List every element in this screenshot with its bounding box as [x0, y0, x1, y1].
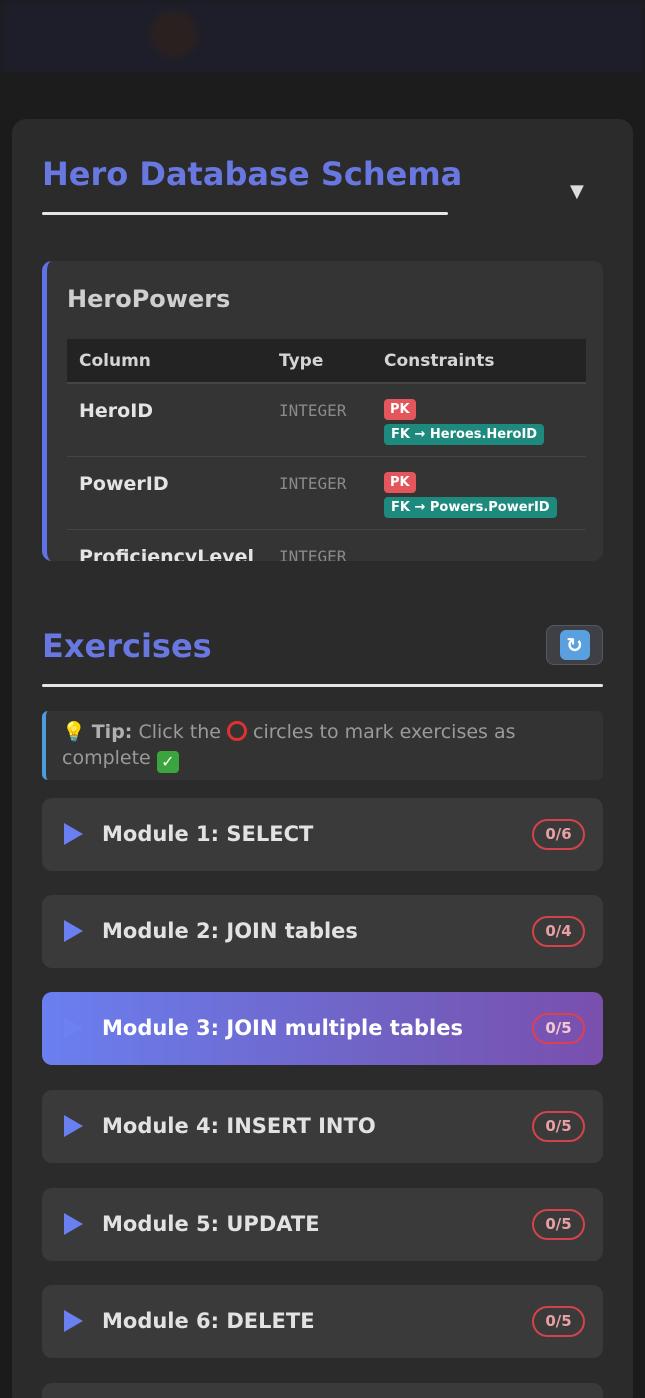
fk-badge: FK → Powers.PowerID [384, 496, 557, 518]
refresh-button[interactable]: ↻ [546, 625, 603, 665]
header-spacer [0, 72, 645, 120]
expand-arrow-icon [64, 1310, 83, 1332]
table-name: HeroPowers [67, 285, 231, 313]
fk-badge: FK → Heroes.HeroID [384, 424, 545, 445]
module-label: Module 5: UPDATE [102, 1212, 320, 1236]
column-name: HeroID [67, 383, 267, 457]
schema-title: Hero Database Schema [42, 155, 463, 193]
blurred-app-header [0, 0, 645, 80]
columns-table-header: Column Type Constraints [67, 339, 586, 384]
module-item[interactable]: Module 4: INSERT INTO 0/5 [42, 1090, 603, 1163]
expand-arrow-icon [64, 823, 83, 845]
module-item[interactable]: Module 2: JOIN tables 0/4 [42, 895, 603, 968]
pk-badge: PK [384, 471, 416, 493]
module-progress-badge: 0/5 [532, 1209, 585, 1240]
module-item[interactable] [42, 1383, 603, 1398]
table-row: HeroID INTEGER PK FK → Heroes.HeroID [67, 383, 586, 457]
module-progress-badge: 0/4 [532, 916, 585, 947]
lightbulb-icon: 💡 [62, 721, 86, 743]
schema-table-card: HeroPowers Column Type Constraints HeroI… [42, 261, 603, 561]
refresh-icon: ↻ [559, 630, 590, 660]
column-type: INTEGER [267, 529, 372, 561]
module-item[interactable]: Module 1: SELECT 0/6 [42, 798, 603, 871]
checkmark-icon: ✓ [156, 751, 179, 773]
expand-arrow-icon [64, 1017, 83, 1039]
module-label: Module 1: SELECT [102, 822, 314, 846]
column-name: PowerID [67, 456, 267, 530]
expand-arrow-icon [64, 1213, 83, 1235]
logo-icon [150, 10, 198, 58]
exercises-title-underline [42, 684, 603, 687]
table-row: PowerID INTEGER PK FK → Powers.PowerID [67, 456, 586, 530]
header-column: Column [67, 339, 267, 384]
expand-arrow-icon [64, 1115, 83, 1137]
column-constraints [372, 529, 586, 561]
column-type: INTEGER [267, 383, 372, 457]
red-circle-icon [226, 721, 247, 741]
module-label: Module 3: JOIN multiple tables [102, 1016, 463, 1040]
module-label: Module 4: INSERT INTO [102, 1114, 376, 1138]
column-constraints: PK FK → Heroes.HeroID [372, 383, 586, 457]
module-item[interactable]: Module 6: DELETE 0/5 [42, 1285, 603, 1358]
module-label: Module 6: DELETE [102, 1309, 315, 1333]
module-item-active[interactable]: Module 3: JOIN multiple tables 0/5 [42, 992, 603, 1065]
module-progress-badge: 0/5 [532, 1306, 585, 1337]
module-item[interactable]: Module 5: UPDATE 0/5 [42, 1188, 603, 1261]
module-progress-badge: 0/6 [532, 819, 585, 850]
pk-badge: PK [384, 399, 416, 420]
module-progress-badge: 0/5 [532, 1111, 585, 1142]
columns-table: Column Type Constraints HeroID INTEGER P… [67, 339, 586, 561]
header-constraints: Constraints [372, 339, 586, 384]
module-progress-badge: 0/5 [532, 1013, 585, 1044]
tip-box: 💡 Tip: Click the circles to mark exercis… [42, 711, 603, 780]
tip-text-before: Click the [138, 721, 221, 743]
main-panel: Hero Database Schema ▼ HeroPowers Column… [12, 119, 633, 1398]
module-label: Module 2: JOIN tables [102, 919, 358, 943]
tip-label: Tip: [91, 721, 133, 743]
exercises-title: Exercises [42, 627, 212, 665]
table-row: ProficiencyLevel INTEGER [67, 529, 586, 561]
expand-arrow-icon [64, 920, 83, 942]
schema-title-underline [42, 212, 448, 215]
collapse-toggle-icon[interactable]: ▼ [570, 181, 584, 202]
column-name: ProficiencyLevel [67, 529, 267, 561]
header-type: Type [267, 339, 372, 384]
column-type: INTEGER [267, 456, 372, 530]
column-constraints: PK FK → Powers.PowerID [372, 456, 586, 530]
